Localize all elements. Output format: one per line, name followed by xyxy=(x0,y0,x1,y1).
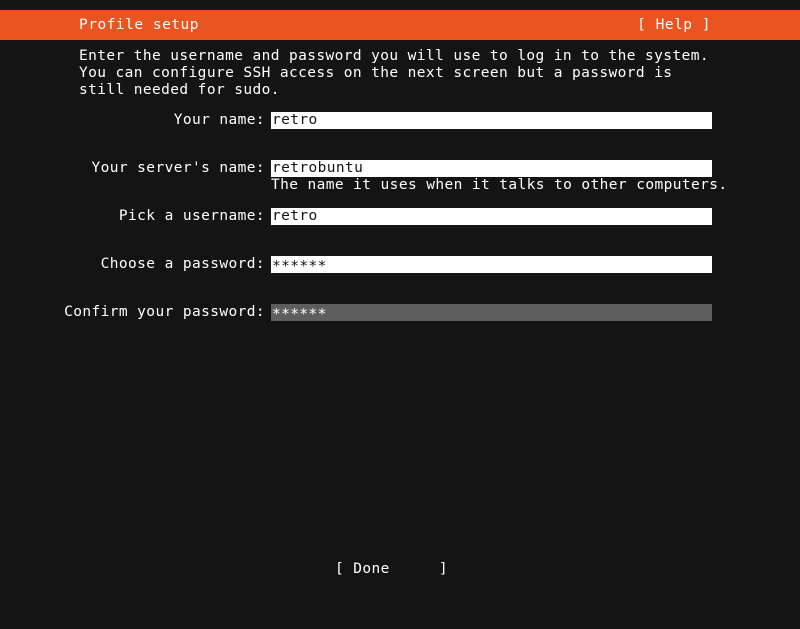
description-text: Enter the username and password you will… xyxy=(79,48,719,99)
password-label: Choose a password: xyxy=(0,256,265,273)
form-row-username: Pick a username: retro xyxy=(0,208,800,256)
done-button-close-bracket: ] xyxy=(439,561,448,578)
form-row-password: Choose a password: ∗∗∗∗∗∗ xyxy=(0,256,800,304)
form-row-server-name: Your server's name: retrobuntu The name … xyxy=(0,160,800,208)
header-bar: Profile setup [ Help ] xyxy=(0,10,800,40)
username-label: Pick a username: xyxy=(0,208,265,225)
page-title: Profile setup xyxy=(79,10,199,40)
done-button[interactable]: [ Done ] xyxy=(335,561,448,578)
confirm-password-label: Confirm your password: xyxy=(0,304,265,321)
server-name-hint: The name it uses when it talks to other … xyxy=(271,177,728,194)
footer: [ Done ] xyxy=(0,561,800,578)
installer-screen: Profile setup [ Help ] Enter the usernam… xyxy=(0,0,800,600)
your-name-label: Your name: xyxy=(0,112,265,129)
profile-form: Your name: retro Your server's name: ret… xyxy=(0,112,800,352)
your-name-input[interactable]: retro xyxy=(271,112,712,129)
confirm-password-input[interactable]: ∗∗∗∗∗∗ xyxy=(271,304,712,321)
form-row-confirm-password: Confirm your password: ∗∗∗∗∗∗ xyxy=(0,304,800,352)
server-name-input[interactable]: retrobuntu xyxy=(271,160,712,177)
username-input[interactable]: retro xyxy=(271,208,712,225)
password-input[interactable]: ∗∗∗∗∗∗ xyxy=(271,256,712,273)
server-name-label: Your server's name: xyxy=(0,160,265,177)
help-button[interactable]: [ Help ] xyxy=(637,10,711,40)
form-row-your-name: Your name: retro xyxy=(0,112,800,160)
done-button-open-bracket: [ Done xyxy=(335,561,390,578)
